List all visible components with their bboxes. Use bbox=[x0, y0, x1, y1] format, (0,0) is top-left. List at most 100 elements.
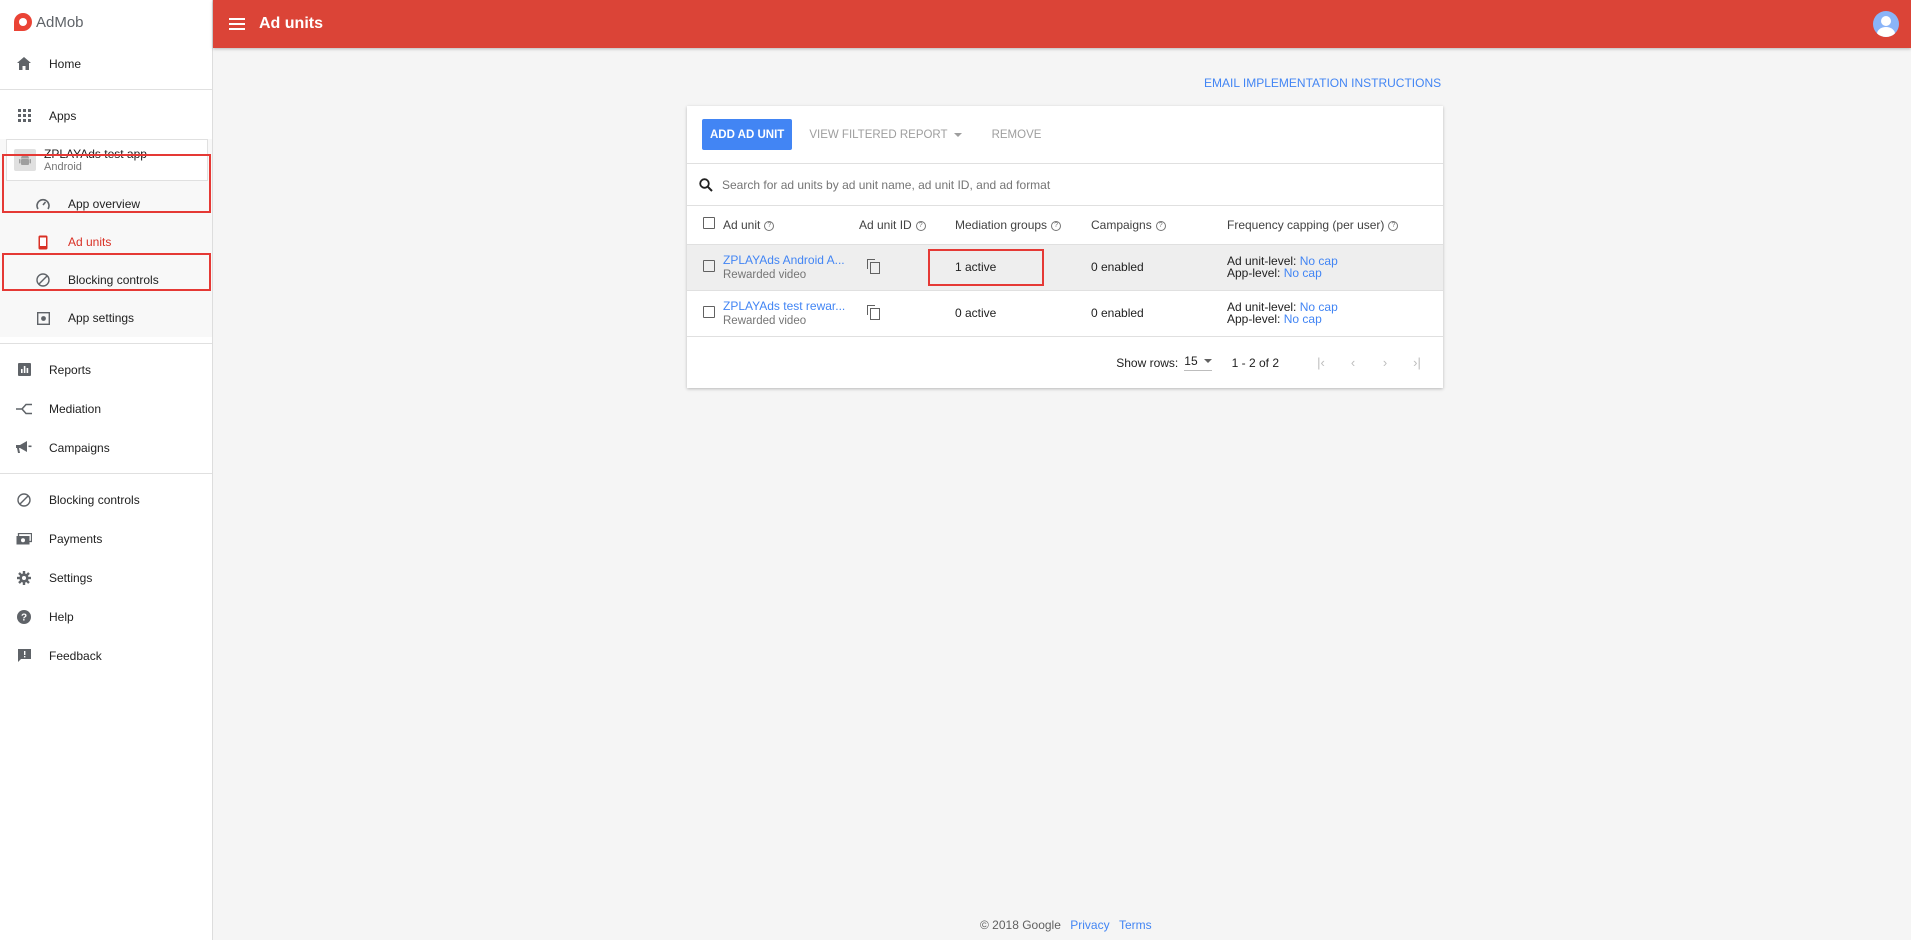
app-level-label: App-level: bbox=[1227, 266, 1281, 280]
avatar-head bbox=[1881, 16, 1891, 26]
app-selector[interactable]: ZPLAYAds test app Android bbox=[6, 139, 208, 181]
sidebar-item-label: Mediation bbox=[49, 401, 102, 416]
sidebar-item-ad-units[interactable]: Ad units bbox=[0, 223, 212, 261]
admob-logo[interactable]: AdMob bbox=[0, 0, 212, 44]
megaphone-icon bbox=[14, 441, 34, 454]
select-all-checkbox[interactable] bbox=[703, 217, 715, 230]
block-icon bbox=[33, 273, 53, 287]
sidebar-item-app-blocking-controls[interactable]: Blocking controls bbox=[0, 261, 212, 299]
rows-per-page-value: 15 bbox=[1184, 354, 1198, 368]
table-row[interactable]: ZPLAYAds Android A... Rewarded video 1 a… bbox=[687, 244, 1443, 291]
divider bbox=[0, 473, 212, 474]
column-header-ad-unit[interactable]: Ad unit? bbox=[723, 206, 859, 245]
row-checkbox[interactable] bbox=[703, 259, 715, 272]
feedback-icon bbox=[14, 649, 34, 662]
rows-per-page-select[interactable]: 15 bbox=[1184, 354, 1212, 371]
first-page-icon[interactable]: |‹ bbox=[1305, 355, 1337, 370]
column-header-frequency-capping[interactable]: Frequency capping (per user)? bbox=[1227, 206, 1443, 245]
previous-page-icon[interactable]: ‹ bbox=[1337, 355, 1369, 370]
bar-chart-icon bbox=[14, 363, 34, 376]
search-bar bbox=[687, 164, 1443, 206]
campaigns-value: 0 enabled bbox=[1091, 260, 1144, 274]
sidebar-item-app-overview[interactable]: App overview bbox=[0, 185, 212, 223]
sidebar-item-home[interactable]: Home bbox=[0, 44, 212, 83]
help-circle-icon[interactable]: ? bbox=[764, 220, 775, 231]
next-page-icon[interactable]: › bbox=[1369, 355, 1401, 370]
app-section: ZPLAYAds test app Android App overview A… bbox=[0, 139, 212, 337]
column-header-ad-unit-id[interactable]: Ad unit ID? bbox=[859, 206, 955, 245]
app-level-cap-link[interactable]: No cap bbox=[1284, 266, 1322, 280]
help-circle-icon[interactable]: ? bbox=[1155, 220, 1166, 231]
ad-unit-name-link[interactable]: ZPLAYAds test rewar... bbox=[723, 299, 848, 313]
sidebar-item-feedback[interactable]: Feedback bbox=[0, 636, 212, 675]
email-instructions-link[interactable]: EMAIL IMPLEMENTATION INSTRUCTIONS bbox=[1204, 76, 1441, 90]
page-range: 1 - 2 of 2 bbox=[1231, 355, 1279, 370]
sidebar: AdMob Home Apps ZPLAYAds test app Androi… bbox=[0, 0, 213, 940]
help-circle-icon[interactable]: ? bbox=[1388, 220, 1399, 231]
help-icon: ? bbox=[14, 609, 34, 624]
column-header-label: Campaigns bbox=[1091, 217, 1152, 232]
table-toolbar: ADD AD UNIT VIEW FILTERED REPORT REMOVE bbox=[687, 106, 1443, 164]
table-header-row: Ad unit? Ad unit ID? Mediation groups? C… bbox=[687, 206, 1443, 245]
show-rows-label: Show rows: bbox=[1116, 355, 1179, 370]
mediation-groups-value[interactable]: 1 active bbox=[955, 260, 996, 274]
column-header-campaigns[interactable]: Campaigns? bbox=[1091, 206, 1227, 245]
menu-icon[interactable] bbox=[229, 18, 245, 30]
column-header-label: Ad unit ID bbox=[859, 217, 912, 232]
sidebar-item-apps[interactable]: Apps bbox=[0, 96, 212, 135]
speedometer-icon bbox=[33, 198, 53, 210]
table-row[interactable]: ZPLAYAds test rewar... Rewarded video 0 … bbox=[687, 290, 1443, 337]
footer: © 2018 Google Privacy Terms bbox=[980, 918, 1152, 932]
sidebar-item-label: Home bbox=[49, 56, 82, 71]
avatar[interactable] bbox=[1873, 11, 1899, 37]
view-filtered-report-label: VIEW FILTERED REPORT bbox=[809, 128, 948, 141]
view-filtered-report-button[interactable]: VIEW FILTERED REPORT bbox=[809, 128, 962, 141]
column-header-mediation-groups[interactable]: Mediation groups? bbox=[955, 206, 1091, 245]
ad-unit-name-link[interactable]: ZPLAYAds Android A... bbox=[723, 253, 848, 267]
sidebar-item-payments[interactable]: Payments bbox=[0, 519, 212, 558]
copy-icon[interactable] bbox=[867, 305, 880, 320]
last-page-icon[interactable]: ›| bbox=[1401, 355, 1433, 370]
sidebar-item-label: Campaigns bbox=[49, 440, 110, 455]
column-header-label: Mediation groups bbox=[955, 217, 1048, 232]
caret-down-icon bbox=[953, 132, 962, 137]
mediation-groups-value[interactable]: 0 active bbox=[955, 306, 996, 320]
sidebar-item-settings[interactable]: Settings bbox=[0, 558, 212, 597]
svg-text:?: ? bbox=[21, 612, 27, 623]
ad-units-card: ADD AD UNIT VIEW FILTERED REPORT REMOVE … bbox=[687, 106, 1443, 388]
sidebar-item-label: Payments bbox=[49, 531, 103, 546]
app-level-cap-link[interactable]: No cap bbox=[1284, 312, 1322, 326]
copy-icon[interactable] bbox=[867, 259, 880, 274]
sidebar-item-reports[interactable]: Reports bbox=[0, 350, 212, 389]
admob-logo-icon bbox=[14, 13, 32, 31]
ad-unit-format: Rewarded video bbox=[723, 315, 807, 327]
sidebar-item-blocking-controls[interactable]: Blocking controls bbox=[0, 480, 212, 519]
payments-icon bbox=[14, 532, 34, 545]
sidebar-item-app-settings[interactable]: App settings bbox=[0, 299, 212, 337]
sidebar-item-label: Apps bbox=[49, 108, 77, 123]
sidebar-item-label: Help bbox=[49, 609, 74, 624]
help-circle-icon[interactable]: ? bbox=[915, 220, 926, 231]
brand-name: AdMob bbox=[36, 13, 84, 31]
divider bbox=[0, 343, 212, 344]
privacy-link[interactable]: Privacy bbox=[1070, 918, 1109, 932]
search-input[interactable] bbox=[722, 177, 1322, 192]
top-app-bar: Ad units bbox=[213, 0, 1911, 48]
divider bbox=[0, 89, 212, 90]
sidebar-item-label: Ad units bbox=[68, 235, 112, 249]
sidebar-item-mediation[interactable]: Mediation bbox=[0, 389, 212, 428]
row-checkbox[interactable] bbox=[703, 305, 715, 318]
terms-link[interactable]: Terms bbox=[1119, 918, 1152, 932]
sidebar-item-label: Blocking controls bbox=[49, 492, 140, 507]
sidebar-item-campaigns[interactable]: Campaigns bbox=[0, 428, 212, 467]
home-icon bbox=[14, 57, 34, 70]
remove-button[interactable]: REMOVE bbox=[992, 129, 1042, 141]
settings-box-icon bbox=[33, 311, 53, 325]
help-circle-icon[interactable]: ? bbox=[1051, 220, 1062, 231]
sidebar-item-label: Blocking controls bbox=[68, 273, 159, 287]
column-header-label: Frequency capping (per user) bbox=[1227, 217, 1385, 232]
gear-icon bbox=[14, 570, 34, 585]
add-ad-unit-button[interactable]: ADD AD UNIT bbox=[702, 119, 793, 150]
sidebar-item-help[interactable]: ? Help bbox=[0, 597, 212, 636]
app-platform: Android bbox=[44, 161, 82, 173]
